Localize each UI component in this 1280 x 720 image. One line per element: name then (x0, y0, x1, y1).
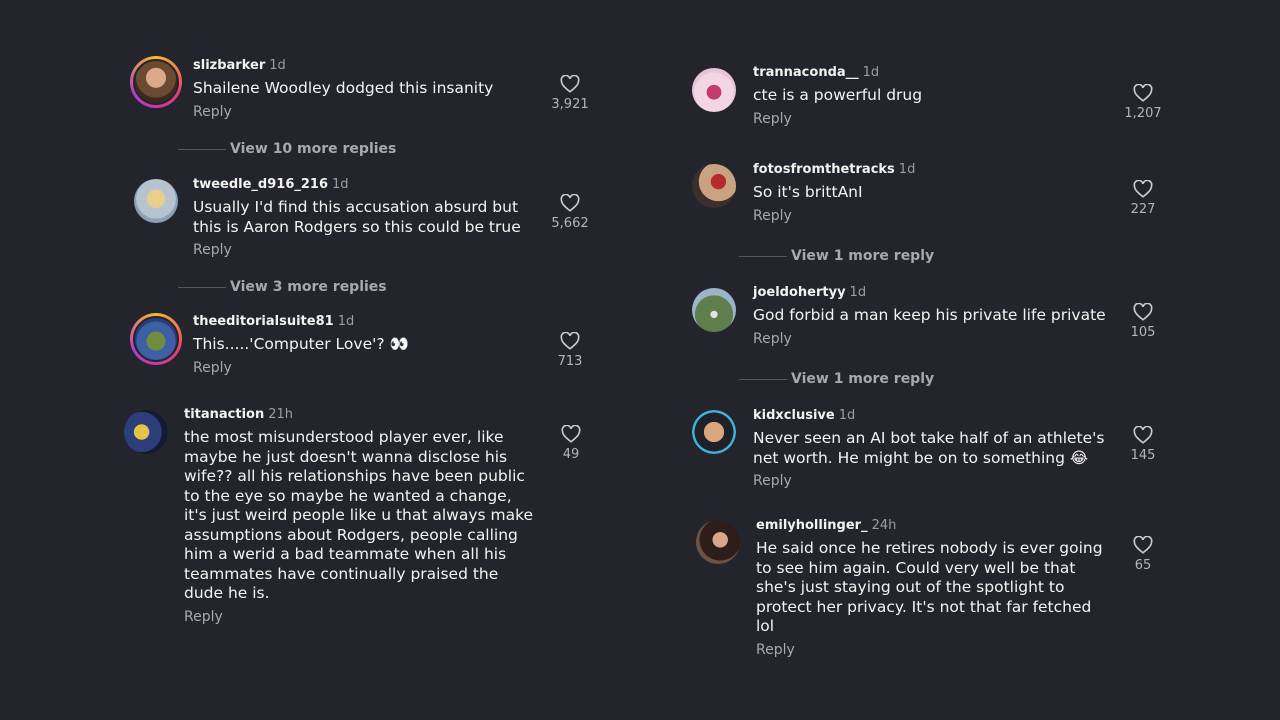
reply-button[interactable]: Reply (753, 111, 922, 127)
divider (178, 148, 226, 150)
comment-text: This.....'Computer Love'? 👀 (193, 335, 409, 353)
comment-text: Usually I'd find this accusation absurd … (193, 198, 521, 236)
heart-outline-icon (1133, 536, 1153, 554)
comment-text: cte is a powerful drug (753, 86, 923, 104)
comment-username[interactable]: emilyhollinger_ 24h (756, 518, 1103, 533)
avatar[interactable] (692, 288, 736, 332)
heart-outline-icon (1133, 303, 1153, 321)
divider (178, 286, 226, 288)
heart-outline-icon (1133, 180, 1153, 198)
avatar[interactable] (124, 410, 168, 454)
comment-username[interactable]: theeditorialsuite81 1d (193, 314, 409, 329)
comment-username[interactable]: trannaconda__ 1d (753, 65, 922, 80)
heart-outline-icon (560, 194, 580, 212)
reply-button[interactable]: Reply (756, 642, 1103, 658)
avatar[interactable] (692, 164, 736, 208)
divider (739, 378, 787, 380)
heart-outline-icon (560, 332, 580, 350)
view-more-replies[interactable]: View 1 more reply (739, 248, 934, 264)
like-button[interactable]: 713 (540, 332, 600, 369)
comment-time: 24h (871, 518, 897, 533)
comment-time: 1d (862, 65, 880, 80)
comment-joeldohertyy: joeldohertyy 1d God forbid a man keep his… (690, 285, 1170, 360)
like-button[interactable]: 5,662 (540, 194, 600, 231)
like-count: 105 (1130, 325, 1156, 340)
view-more-replies[interactable]: View 1 more reply (739, 371, 934, 387)
comment-username[interactable]: fotosfromthetracks 1d (753, 162, 915, 177)
comment-kidxclusive: kidxclusive 1d Never seen an AI bot take … (690, 408, 1170, 503)
comment-time: 1d (332, 177, 349, 192)
comment-username[interactable]: slizbarker 1d (193, 58, 493, 73)
comment-username[interactable]: joeldohertyy 1d (753, 285, 1106, 300)
comment-username[interactable]: kidxclusive 1d (753, 408, 1105, 423)
avatar[interactable] (130, 56, 182, 108)
comment-username[interactable]: titanaction 21h (184, 407, 533, 422)
comment-text: God forbid a man keep his private life p… (753, 306, 1106, 324)
comment-text: the most misunderstood player ever, like… (184, 428, 534, 602)
like-count: 227 (1130, 202, 1156, 217)
comment-time: 1d (337, 314, 355, 329)
heart-outline-icon (1133, 84, 1153, 102)
comment-text: He said once he retires nobody is ever g… (756, 539, 1103, 635)
comment-time: 21h (268, 407, 294, 422)
comment-text: Never seen an AI bot take half of an ath… (753, 429, 1105, 467)
like-button[interactable]: 145 (1113, 426, 1173, 463)
like-count: 1,207 (1124, 106, 1162, 121)
comment-text: Shailene Woodley dodged this insanity (193, 79, 494, 97)
divider (739, 255, 787, 257)
reply-button[interactable]: Reply (193, 104, 493, 120)
avatar[interactable] (134, 179, 178, 223)
comment-theeditorialsuite81: theeditorialsuite81 1d This.....'Computer… (130, 313, 600, 383)
like-button[interactable]: 65 (1113, 536, 1173, 573)
like-count: 49 (562, 447, 580, 462)
comment-emilyhollinger: emilyhollinger_ 24h He said once he retir… (694, 518, 1174, 673)
like-button[interactable]: 49 (541, 425, 601, 462)
view-more-replies[interactable]: View 10 more replies (178, 141, 396, 157)
like-count: 5,662 (551, 216, 589, 231)
like-count: 65 (1134, 558, 1152, 573)
reply-button[interactable]: Reply (753, 473, 1105, 489)
comment-tweedle: tweedle_d916_216 1d Usually I'd find this… (130, 176, 600, 266)
like-button[interactable]: 3,921 (540, 75, 600, 112)
comment-fotosfromthetracks: fotosfromthetracks 1d So it's brittAnI Re… (690, 162, 1170, 237)
heart-outline-icon (1133, 426, 1153, 444)
like-button[interactable]: 1,207 (1113, 84, 1173, 121)
heart-outline-icon (560, 75, 580, 93)
like-button[interactable]: 227 (1113, 180, 1173, 217)
comment-trannaconda: trannaconda__ 1d cte is a powerful drug R… (690, 65, 1170, 140)
comment-time: 1d (838, 408, 856, 423)
avatar[interactable] (130, 313, 182, 365)
comment-titanaction: titanaction 21h the most misunderstood pl… (122, 407, 592, 637)
reply-button[interactable]: Reply (753, 208, 915, 224)
avatar[interactable] (696, 520, 740, 564)
avatar[interactable] (692, 68, 736, 112)
comment-time: 1d (849, 285, 867, 300)
comment-text: So it's brittAnI (753, 183, 863, 201)
reply-button[interactable]: Reply (753, 331, 1106, 347)
like-count: 3,921 (551, 97, 589, 112)
comment-slizbarker: slizbarker 1d Shailene Woodley dodged thi… (130, 56, 600, 126)
avatar[interactable] (692, 410, 736, 454)
view-more-replies[interactable]: View 3 more replies (178, 279, 387, 295)
like-button[interactable]: 105 (1113, 303, 1173, 340)
heart-outline-icon (561, 425, 581, 443)
reply-button[interactable]: Reply (193, 360, 409, 376)
like-count: 145 (1130, 448, 1156, 463)
reply-button[interactable]: Reply (184, 609, 533, 625)
comment-time: 1d (269, 58, 286, 73)
comment-username[interactable]: tweedle_d916_216 1d (193, 177, 521, 192)
like-count: 713 (557, 354, 583, 369)
comment-time: 1d (898, 162, 916, 177)
reply-button[interactable]: Reply (193, 242, 521, 258)
